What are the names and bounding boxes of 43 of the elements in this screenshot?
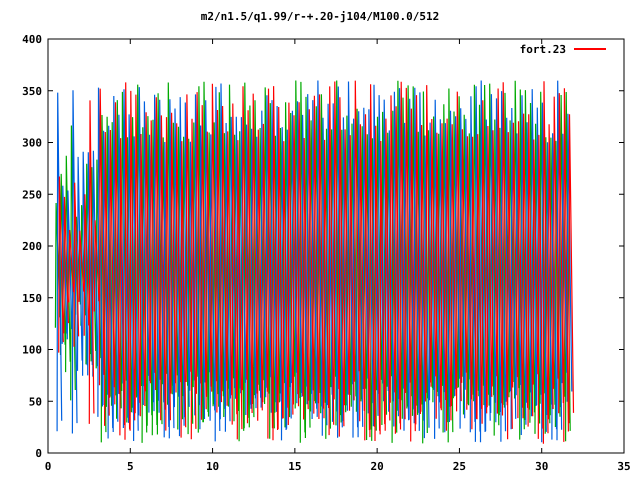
tick-mark xyxy=(130,448,131,454)
y-tick-label: 50 xyxy=(28,395,42,408)
tick-mark xyxy=(618,194,624,195)
tick-mark xyxy=(618,297,624,298)
tick-mark xyxy=(294,38,296,44)
tick-mark xyxy=(48,142,54,143)
tick-mark xyxy=(212,38,214,44)
x-tick-label: 25 xyxy=(452,460,466,473)
y-tick-label: 0 xyxy=(35,447,42,460)
legend-label: fort.23 xyxy=(520,43,566,56)
chart-title: m2/n1.5/q1.99/r-+.20-j104/M100.0/512 xyxy=(200,10,440,24)
tick-mark xyxy=(48,400,54,402)
tick-mark xyxy=(376,38,378,44)
tick-mark xyxy=(618,349,624,350)
tick-mark xyxy=(458,448,460,454)
tick-mark xyxy=(376,448,378,454)
y-tick-label: 100 xyxy=(22,344,42,356)
tick-mark xyxy=(48,194,54,195)
y-tick-label: 250 xyxy=(22,188,42,202)
x-tick-label: 30 xyxy=(535,460,548,473)
tick-mark xyxy=(212,448,214,454)
tick-mark xyxy=(618,142,624,143)
tick-mark xyxy=(541,38,542,44)
y-tick-label: 350 xyxy=(22,84,42,98)
tick-mark xyxy=(618,90,624,92)
y-tick-label: 400 xyxy=(22,33,42,46)
tick-mark xyxy=(130,38,131,44)
tick-mark xyxy=(458,38,460,44)
x-tick-label: 10 xyxy=(206,460,220,473)
tick-mark xyxy=(48,349,54,350)
tick-mark xyxy=(48,90,54,92)
x-tick-label: 5 xyxy=(126,460,134,473)
x-tick-label: 15 xyxy=(288,460,302,473)
y-tick-label: 200 xyxy=(22,240,42,253)
x-tick-label: 0 xyxy=(44,460,52,473)
x-tick-label: 35 xyxy=(617,460,631,473)
tick-mark xyxy=(618,400,624,402)
y-tick-label: 150 xyxy=(22,292,42,305)
y-tick-label: 300 xyxy=(22,136,42,150)
tick-mark xyxy=(294,448,296,454)
tick-mark xyxy=(48,297,54,298)
x-tick-label: 20 xyxy=(370,460,384,473)
tick-mark xyxy=(541,448,542,454)
